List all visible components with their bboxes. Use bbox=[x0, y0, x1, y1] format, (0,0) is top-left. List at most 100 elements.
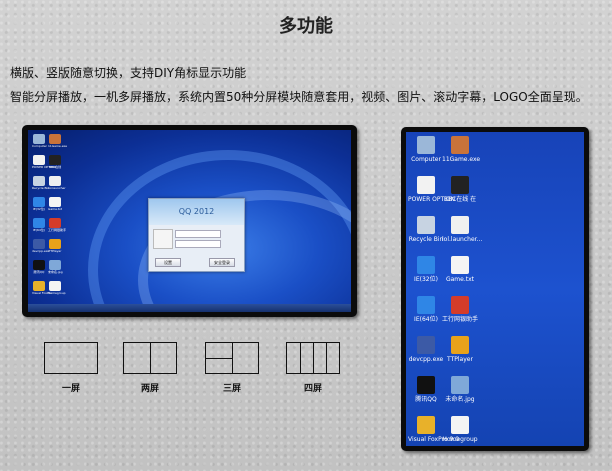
game-desktop-shortcut[interactable]: 11Game.exe bbox=[442, 136, 481, 163]
qq-login-window[interactable]: QQ 2012 设置 安全登录 bbox=[148, 198, 245, 272]
qq-login-button[interactable]: 安全登录 bbox=[209, 258, 235, 267]
shortcut-label: 11Game.exe bbox=[442, 156, 481, 163]
bbc-icon bbox=[49, 155, 61, 165]
ie-icon bbox=[33, 197, 45, 207]
ie-icon bbox=[417, 256, 435, 274]
power-icon bbox=[417, 176, 435, 194]
shortcut-label: 腾讯QQ bbox=[33, 270, 45, 274]
page-title: 多功能 bbox=[279, 16, 333, 37]
shortcut-label: Computer bbox=[32, 144, 47, 148]
bank-desktop-shortcut[interactable]: 工行网银助手 bbox=[442, 296, 478, 323]
bbc-desktop-shortcut[interactable]: BBC在线 在 bbox=[442, 176, 478, 203]
power-icon bbox=[33, 155, 45, 165]
shortcut-label: POWER OPTION bbox=[408, 196, 456, 203]
homegroup-desktop-shortcut[interactable]: Homegroup bbox=[48, 281, 66, 295]
qq-desktop-shortcut[interactable]: 腾讯QQ bbox=[408, 376, 444, 403]
file-desktop-shortcut[interactable]: Game.txt bbox=[442, 256, 478, 283]
shortcut-label: TTPlayer bbox=[48, 249, 62, 253]
bbc-icon bbox=[451, 176, 469, 194]
shortcut-label: TTPlayer bbox=[447, 356, 473, 363]
shortcut-label: IE(32位) bbox=[414, 276, 438, 283]
bank-desktop-shortcut[interactable]: 工行网银助手 bbox=[48, 218, 67, 232]
taskbar bbox=[28, 304, 351, 312]
player-icon bbox=[451, 336, 469, 354]
power-desktop-shortcut[interactable]: POWER OPTION bbox=[32, 155, 56, 169]
power-desktop-shortcut[interactable]: POWER OPTION bbox=[408, 176, 456, 203]
qq-desktop-shortcut[interactable]: 腾讯QQ bbox=[32, 260, 46, 274]
shortcut-label: Game.txt bbox=[48, 207, 63, 211]
bbc-desktop-shortcut[interactable]: BBC在线 bbox=[48, 155, 62, 169]
layout-divider bbox=[326, 343, 327, 373]
shortcut-label: 工行网银助手 bbox=[48, 228, 67, 232]
lol-icon bbox=[451, 216, 469, 234]
ie-desktop-shortcut[interactable]: IE(32位) bbox=[408, 256, 444, 283]
horizontal-desktop: QQ 2012 设置 安全登录 Computer 11Game.exe POWER … bbox=[28, 130, 351, 312]
computer-desktop-shortcut[interactable]: Computer bbox=[32, 134, 47, 148]
ie64-desktop-shortcut[interactable]: IE(64位) bbox=[408, 296, 444, 323]
computer-desktop-shortcut[interactable]: Computer bbox=[408, 136, 444, 163]
game-icon bbox=[49, 134, 61, 144]
recycle-icon bbox=[33, 176, 45, 186]
file-icon bbox=[451, 256, 469, 274]
shortcut-label: BBC在线 bbox=[48, 165, 62, 169]
recycle-icon bbox=[417, 216, 435, 234]
image-icon bbox=[451, 376, 469, 394]
lol-desktop-shortcut[interactable]: lol.launcher... bbox=[442, 216, 483, 243]
layout-label-four: 四屏 bbox=[303, 384, 322, 394]
qq-icon bbox=[417, 376, 435, 394]
layout-label-one: 一屏 bbox=[61, 384, 80, 394]
bank-icon bbox=[451, 296, 469, 314]
shortcut-label: 11Game.exe bbox=[48, 144, 68, 148]
homegroup-desktop-shortcut[interactable]: Homegroup bbox=[442, 416, 478, 443]
vertical-monitor: Computer 11Game.exe POWER OPTION BBC在线 在 Rec… bbox=[401, 127, 589, 451]
shortcut-label: 工行网银助手 bbox=[442, 316, 479, 323]
shortcut-label: 未命名.jpg bbox=[48, 270, 63, 274]
ie64-desktop-shortcut[interactable]: IE(64位) bbox=[32, 218, 46, 232]
shortcut-label: 未命名.jpg bbox=[445, 396, 475, 403]
shortcut-label: lol.launcher... bbox=[442, 236, 483, 243]
foxpro-icon bbox=[33, 281, 45, 291]
image-desktop-shortcut[interactable]: 未命名.jpg bbox=[442, 376, 478, 403]
recycle-desktop-shortcut[interactable]: Recycle Bin bbox=[32, 176, 50, 190]
qq-account-input[interactable] bbox=[175, 230, 221, 238]
shortcut-label: Homegroup bbox=[442, 436, 478, 443]
shortcut-label: BBC在线 在 bbox=[443, 196, 477, 203]
dev-desktop-shortcut[interactable]: devcpp.exe bbox=[32, 239, 49, 253]
shortcut-label: Recycle Bin bbox=[408, 236, 444, 243]
shortcut-label: Visual FoxPro bbox=[32, 291, 52, 295]
homegroup-icon bbox=[49, 281, 61, 291]
shortcut-label: IE(32位) bbox=[33, 207, 45, 211]
foxpro-desktop-shortcut[interactable]: Visual FoxPro bbox=[32, 281, 52, 295]
lol-desktop-shortcut[interactable]: lol.launcher bbox=[48, 176, 66, 190]
bank-icon bbox=[49, 218, 61, 228]
ie64-icon bbox=[33, 218, 45, 228]
dev-icon bbox=[33, 239, 45, 249]
recycle-desktop-shortcut[interactable]: Recycle Bin bbox=[408, 216, 444, 243]
image-desktop-shortcut[interactable]: 未命名.jpg bbox=[48, 260, 63, 274]
qq-icon bbox=[33, 260, 45, 270]
player-desktop-shortcut[interactable]: TTPlayer bbox=[48, 239, 62, 253]
vertical-desktop: Computer 11Game.exe POWER OPTION BBC在线 在 Rec… bbox=[406, 132, 584, 446]
shortcut-label: lol.launcher bbox=[48, 186, 66, 190]
dev-desktop-shortcut[interactable]: devcpp.exe bbox=[408, 336, 444, 363]
foxpro-desktop-shortcut[interactable]: Visual FoxPro 9.0 bbox=[408, 416, 460, 443]
qq-password-input[interactable] bbox=[175, 240, 221, 248]
shortcut-label: Game.txt bbox=[445, 276, 475, 283]
file-desktop-shortcut[interactable]: Game.txt bbox=[48, 197, 63, 211]
layout-divider bbox=[206, 358, 232, 359]
shortcut-label: Visual FoxPro 9.0 bbox=[408, 436, 460, 443]
feature-line-2: 智能分屏播放，一机多屏播放，系统内置50种分屏模块随意套用，视频、图片、滚动字幕… bbox=[10, 90, 588, 104]
shortcut-label: IE(64位) bbox=[33, 228, 45, 232]
qq-settings-button[interactable]: 设置 bbox=[155, 258, 181, 267]
layout-divider bbox=[232, 343, 233, 373]
player-desktop-shortcut[interactable]: TTPlayer bbox=[442, 336, 478, 363]
shortcut-label: IE(64位) bbox=[414, 316, 438, 323]
ie-desktop-shortcut[interactable]: IE(32位) bbox=[32, 197, 46, 211]
computer-icon bbox=[417, 136, 435, 154]
shortcut-label: POWER OPTION bbox=[32, 165, 56, 169]
game-desktop-shortcut[interactable]: 11Game.exe bbox=[48, 134, 68, 148]
layout-divider bbox=[150, 343, 151, 373]
shortcut-label: Recycle Bin bbox=[32, 186, 50, 190]
ie64-icon bbox=[417, 296, 435, 314]
layout-divider bbox=[300, 343, 301, 373]
